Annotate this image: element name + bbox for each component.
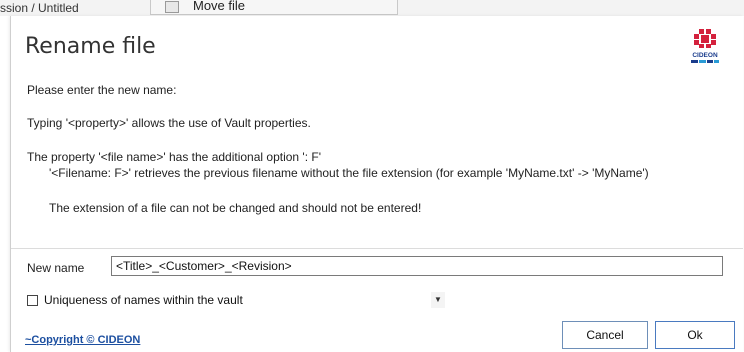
divider <box>11 248 743 249</box>
extension-warning: The extension of a file can not be chang… <box>49 201 422 215</box>
cancel-button[interactable]: Cancel <box>562 321 648 349</box>
uniqueness-label[interactable]: Uniqueness of names within the vault <box>44 293 243 307</box>
background-window-strip: ssion / Untitled Move file <box>0 0 744 16</box>
prompt-text: Please enter the new name: <box>27 83 177 97</box>
ok-button[interactable]: Ok <box>655 321 735 349</box>
dropdown-arrow-icon[interactable]: ▼ <box>431 292 445 308</box>
filename-option-hint: The property '<file name>' has the addit… <box>27 150 322 164</box>
background-panel: Move file <box>150 0 398 15</box>
filename-example-hint: '<Filename: F>' retrieves the previous f… <box>49 166 649 180</box>
cideon-logo-icon: CIDEON <box>689 28 721 66</box>
new-name-input[interactable] <box>111 256 723 276</box>
dialog-title: Rename file <box>25 34 156 59</box>
rename-file-dialog: Rename file CIDEON Please enter the new … <box>10 16 743 352</box>
background-path-text: ssion / Untitled <box>0 1 79 15</box>
properties-hint: Typing '<property>' allows the use of Va… <box>27 116 311 130</box>
new-name-label: New name <box>27 261 85 275</box>
background-panel-label: Move file <box>193 0 246 13</box>
file-icon <box>165 1 179 13</box>
copyright-link[interactable]: ~Copyright © CIDEON <box>25 334 140 346</box>
uniqueness-checkbox[interactable] <box>27 295 38 306</box>
logo-wordmark: CIDEON <box>692 52 718 59</box>
